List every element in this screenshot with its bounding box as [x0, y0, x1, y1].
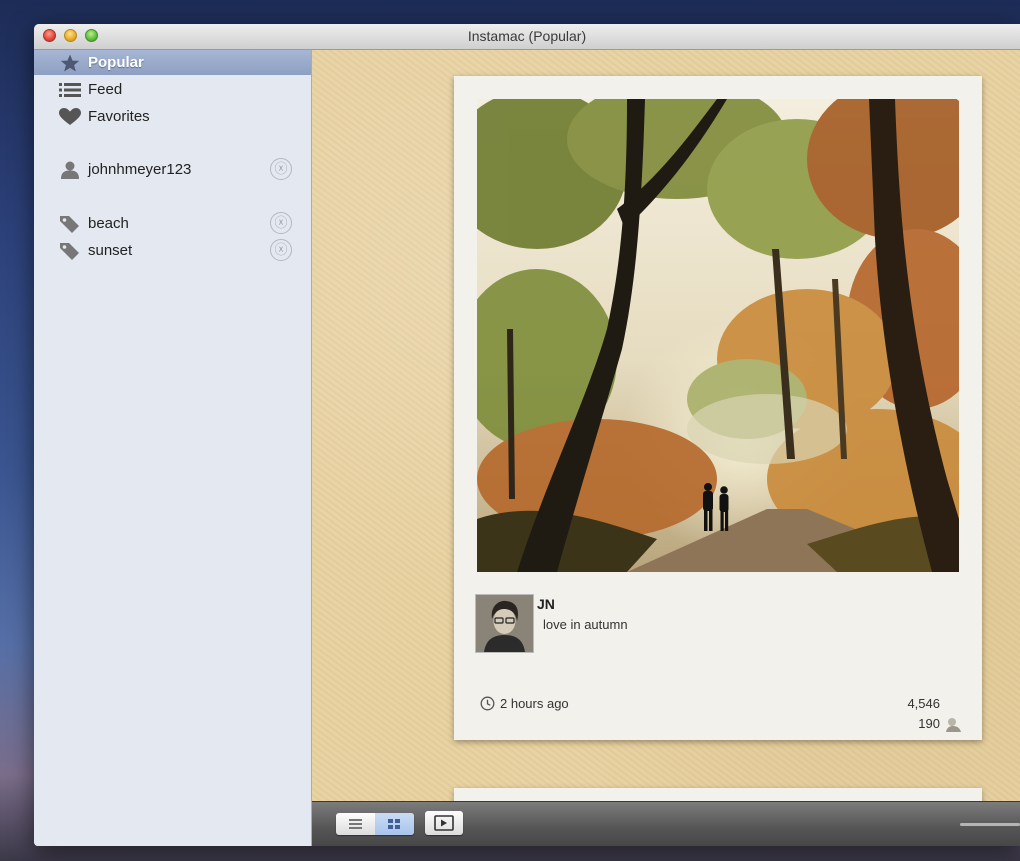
- likes-count: 4,546: [907, 696, 940, 711]
- grid-view-button[interactable]: [375, 813, 414, 835]
- comments-count: 190: [918, 716, 940, 731]
- post-username[interactable]: JN: [537, 596, 555, 612]
- next-photo-card[interactable]: [454, 788, 982, 802]
- photo-card[interactable]: JN love in autumn 2 hours ago 4,546 190: [454, 76, 982, 740]
- post-time: 2 hours ago: [500, 696, 569, 711]
- sidebar-item-popular[interactable]: Popular: [34, 50, 311, 75]
- sidebar-item-label: beach: [88, 215, 129, 232]
- sidebar-item-user[interactable]: johnhmeyer123 ⓧ: [34, 157, 311, 182]
- list-view-button[interactable]: [336, 813, 375, 835]
- app-window: Instamac (Popular) Popular Feed Favorite…: [34, 24, 1020, 846]
- view-mode-control[interactable]: [336, 813, 414, 835]
- photo-image[interactable]: [477, 99, 959, 572]
- sidebar-item-label: johnhmeyer123: [88, 161, 192, 178]
- clock-icon: [480, 696, 495, 711]
- person-icon: [61, 161, 79, 179]
- star-icon: [60, 54, 80, 72]
- list-icon: [59, 83, 81, 97]
- sidebar-item-label: Feed: [88, 81, 123, 98]
- sidebar-item-label: sunset: [88, 242, 133, 259]
- slideshow-button[interactable]: [425, 811, 463, 835]
- sidebar-item-tag-sunset[interactable]: sunset ⓧ: [34, 238, 311, 263]
- sidebar-item-favorites[interactable]: Favorites: [34, 104, 311, 129]
- sidebar-item-tag-beach[interactable]: beach ⓧ: [34, 211, 311, 236]
- photo-feed[interactable]: JN love in autumn 2 hours ago 4,546 190: [312, 50, 1020, 802]
- sidebar-item-label: Favorites: [88, 108, 150, 125]
- heart-icon: [59, 108, 81, 125]
- post-caption: love in autumn: [543, 617, 628, 632]
- zoom-slider[interactable]: [960, 823, 1020, 826]
- grid-view-icon: [388, 819, 400, 829]
- remove-user-button[interactable]: ⓧ: [270, 158, 292, 180]
- remove-tag-button[interactable]: ⓧ: [270, 239, 292, 261]
- sidebar-item-feed[interactable]: Feed: [34, 77, 311, 102]
- avatar[interactable]: [475, 594, 534, 653]
- window-title: Instamac (Popular): [467, 28, 587, 44]
- comment-icon[interactable]: [944, 716, 962, 732]
- list-view-icon: [349, 819, 362, 829]
- sidebar-item-label: Popular: [88, 54, 144, 71]
- remove-tag-button[interactable]: ⓧ: [270, 212, 292, 234]
- tag-icon: [60, 243, 79, 260]
- tag-icon: [60, 216, 79, 233]
- play-icon: [434, 815, 454, 831]
- title-bar: Instamac (Popular): [34, 24, 1020, 50]
- bottom-toolbar: [312, 801, 1020, 846]
- sidebar: Popular Feed Favorites johnhmeyer123 ⓧ b…: [34, 50, 312, 846]
